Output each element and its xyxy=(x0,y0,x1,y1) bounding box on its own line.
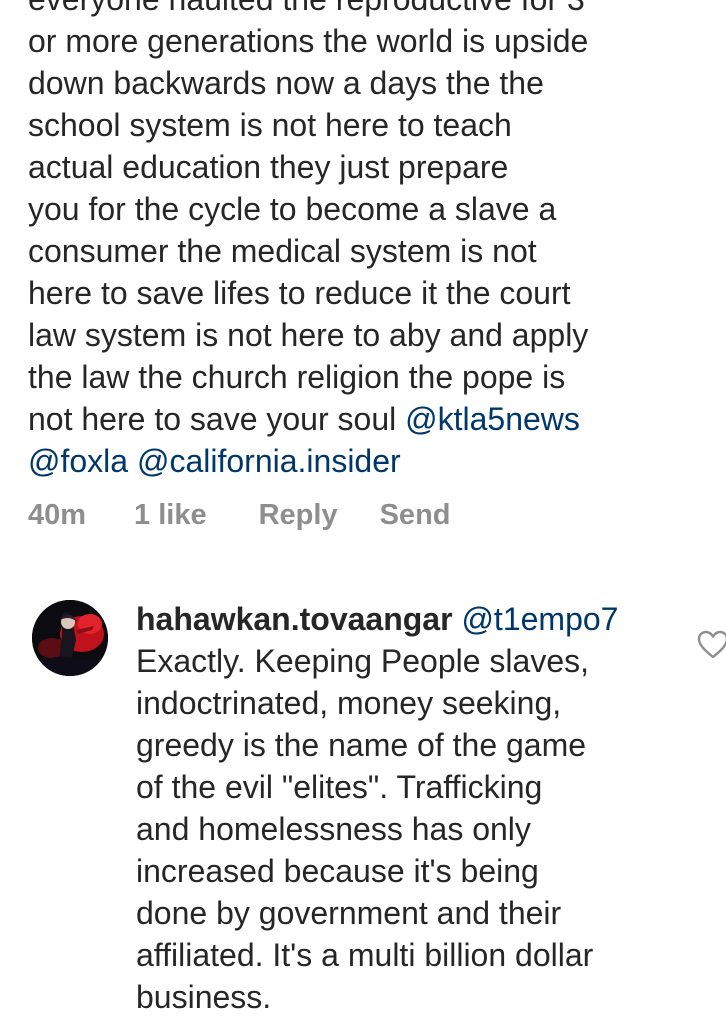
reply-text-line: done by government and their xyxy=(136,895,562,931)
reply-text-line: of the evil "elites". Trafficking xyxy=(136,769,543,805)
comment-text-line: down backwards now a days the the xyxy=(28,65,544,101)
mention-link-california-insider[interactable]: @california.insider xyxy=(137,443,401,479)
reply-text-line: indoctrinated, money seeking, xyxy=(136,685,562,721)
comment-text-line: the law the church religion the pope is xyxy=(28,359,566,395)
reply-text-line: affiliated. It's a multi billion dollar xyxy=(136,937,594,973)
comment-text-line: school system is not here to teach xyxy=(28,107,512,143)
comment-text-line: you for the cycle to become a slave a xyxy=(28,191,557,227)
reply-body: hahawkan.tovaangar @t1empo7 Exactly. Kee… xyxy=(136,598,696,1018)
reply-text-line: greedy is the name of the game xyxy=(136,727,587,763)
username-link[interactable]: hahawkan.tovaangar xyxy=(136,601,453,637)
comment-timestamp: 40m xyxy=(28,498,87,531)
comment-2: hahawkan.tovaangar @t1empo7 Exactly. Kee… xyxy=(0,598,726,1024)
comment-text-line: not here to save your soul @ktla5news xyxy=(28,398,718,440)
heart-outline-icon[interactable] xyxy=(696,628,726,662)
comment-1: everyone haulted the reproductive for 3 … xyxy=(28,0,718,482)
mention-link-ktla5news[interactable]: @ktla5news xyxy=(405,401,580,437)
avatar[interactable] xyxy=(32,600,108,676)
comment-text-line: law system is not here to aby and apply xyxy=(28,317,589,353)
comment-text-line: everyone haulted the reproductive for 3 xyxy=(28,0,718,20)
comment-text-line: consumer the medical system is not xyxy=(28,233,537,269)
send-button[interactable]: Send xyxy=(380,499,451,532)
comment-text-line: @foxla @california.insider xyxy=(28,440,718,482)
reply-text-line: and homelessness has only xyxy=(136,811,531,847)
avatar-image xyxy=(32,600,108,676)
reply-text-line: business. xyxy=(136,979,272,1015)
comment-text-fragment: not here to save your soul xyxy=(28,401,406,437)
mention-link-t1empo7[interactable]: @t1empo7 xyxy=(461,601,618,637)
comment-text-line: or more generations the world is upside xyxy=(28,23,589,59)
comment-actions-row: 40m 1 like Reply Send xyxy=(28,493,499,537)
comment-text-line: here to save lifes to reduce it the cour… xyxy=(28,275,571,311)
reply-text-line: increased because it's being xyxy=(136,853,539,889)
comment-text-line: actual education they just prepare xyxy=(28,149,509,185)
reply-text-line: Exactly. Keeping People slaves, xyxy=(136,643,589,679)
reply-header: hahawkan.tovaangar @t1empo7 xyxy=(136,598,696,640)
reply-button[interactable]: Reply xyxy=(259,499,338,532)
likes-count-link[interactable]: 1 like xyxy=(134,499,207,532)
mention-link-foxla[interactable]: @foxla xyxy=(28,443,128,479)
